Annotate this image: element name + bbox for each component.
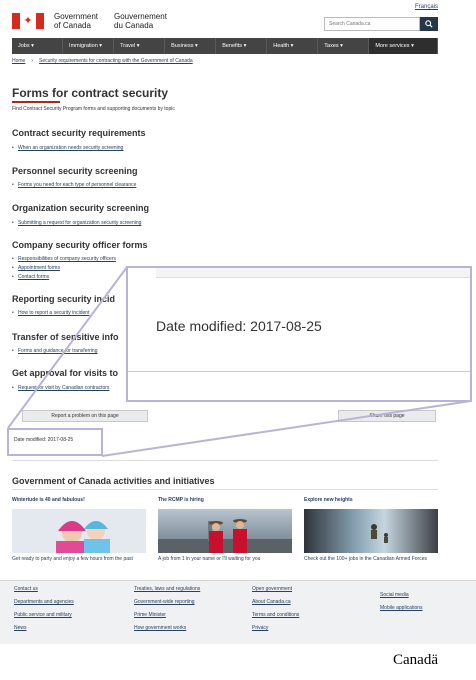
- menu-item-travel[interactable]: Travel ▾: [114, 38, 166, 54]
- brand-english: Government of Canada: [54, 12, 99, 30]
- feature-card-rcmp[interactable]: The RCMP is hiring A job from 1 in your …: [158, 497, 292, 563]
- zoom-callout: Date modified: 2017-08-25: [126, 266, 472, 402]
- menu-item-business[interactable]: Business ▾: [165, 38, 217, 54]
- section-link[interactable]: Submitting a request for organization se…: [12, 220, 141, 226]
- canada-wordmark: Canadä: [393, 652, 438, 668]
- menu-item-taxes[interactable]: Taxes ▾: [318, 38, 370, 54]
- section-heading-visit-approval: Get approval for visits to: [12, 368, 119, 378]
- report-problem-button[interactable]: Report a problem on this page: [22, 410, 148, 422]
- zoom-source-highlight: [7, 428, 103, 456]
- divider: [12, 489, 438, 490]
- search-button[interactable]: [420, 17, 438, 31]
- divider: [12, 460, 438, 461]
- footer-link[interactable]: About Canada.ca: [252, 599, 291, 605]
- section-link[interactable]: How to report a security incident: [12, 310, 89, 316]
- feature-card-armed-forces[interactable]: Explore new heights Check out the 100+ j…: [304, 497, 438, 563]
- page-title: Forms for contract security: [12, 86, 169, 100]
- zoom-button-strip: [156, 268, 470, 278]
- footer-link[interactable]: Contact us: [14, 586, 38, 592]
- footer-link[interactable]: Departments and agencies: [14, 599, 74, 605]
- share-page-button[interactable]: Share this page: [338, 410, 436, 422]
- footer-link[interactable]: Public service and military: [14, 612, 72, 618]
- section-heading-organization-screening: Organization security screening: [12, 203, 150, 213]
- breadcrumb-security-requirements[interactable]: Security requirements for contracting wi…: [39, 58, 193, 64]
- feature-title[interactable]: Wintertude is 40 and fabulous!: [12, 497, 146, 509]
- breadcrumb-separator-icon: ›: [31, 58, 34, 64]
- footer-column-4: Social media Mobile applications: [380, 589, 423, 615]
- footer-link[interactable]: Government-wide reporting: [134, 599, 195, 605]
- page-intro: Find Contract Security Program forms and…: [12, 106, 175, 112]
- breadcrumb: Home › Security requirements for contrac…: [12, 58, 438, 64]
- footer-link[interactable]: Open government: [252, 586, 292, 592]
- language-toggle-link[interactable]: Français: [415, 4, 438, 10]
- feature-image-children-winter[interactable]: [12, 509, 146, 553]
- footer-link[interactable]: Social media: [380, 592, 409, 598]
- section-link[interactable]: Contact forms: [12, 274, 49, 280]
- footer-link[interactable]: Mobile applications: [380, 605, 423, 611]
- title-underline: [12, 101, 60, 103]
- zoom-divider: [128, 371, 470, 372]
- footer-link[interactable]: Treaties, laws and regulations: [134, 586, 200, 592]
- footer-column-3: Open government About Canada.ca Terms an…: [252, 583, 299, 635]
- main-menu: Jobs ▾ Immigration ▾ Travel ▾ Business ▾…: [12, 38, 438, 54]
- section-heading-reporting-incidents: Reporting security incid: [12, 294, 116, 304]
- footer-bottom: Canadä: [0, 644, 476, 680]
- search-icon: [425, 20, 433, 28]
- search-bar: [324, 17, 438, 31]
- zoom-date-modified: Date modified: 2017-08-25: [156, 318, 322, 334]
- feature-caption: Get ready to party and enjoy a few hours…: [12, 556, 133, 562]
- section-link[interactable]: Responsibilities of company security off…: [12, 256, 116, 262]
- footer-column-1: Contact us Departments and agencies Publ…: [14, 583, 74, 635]
- section-link[interactable]: Forms you need for each type of personne…: [12, 182, 136, 188]
- footer-link[interactable]: News: [14, 625, 27, 631]
- section-heading-contract-security: Contract security requirements: [12, 128, 146, 138]
- footer-link[interactable]: Terms and conditions: [252, 612, 299, 618]
- footer-column-2: Treaties, laws and regulations Governmen…: [134, 583, 200, 635]
- section-heading-transfer-information: Transfer of sensitive info: [12, 332, 119, 342]
- feature-caption: A job from 1 in your name or I'll waitin…: [158, 556, 261, 562]
- features-heading: Government of Canada activities and init…: [12, 476, 215, 486]
- footer-link[interactable]: Prime Minister: [134, 612, 166, 618]
- government-signature[interactable]: ✦ Government of Canada Gouvernement du C…: [12, 12, 174, 30]
- feature-card-wintertude[interactable]: Wintertude is 40 and fabulous! Get ready…: [12, 497, 146, 563]
- footer-link[interactable]: Privacy: [252, 625, 268, 631]
- menu-item-immigration[interactable]: Immigration ▾: [63, 38, 115, 54]
- section-link[interactable]: When an organization needs security scre…: [12, 145, 123, 151]
- section-heading-personnel-screening: Personnel security screening: [12, 166, 138, 176]
- section-link[interactable]: Appointment forms: [12, 265, 60, 271]
- feature-image-paratroopers[interactable]: [304, 509, 438, 553]
- site-footer: Contact us Departments and agencies Publ…: [0, 580, 476, 644]
- section-heading-company-security-officer: Company security officer forms: [12, 240, 148, 250]
- menu-item-more-services[interactable]: More services ▾: [369, 38, 438, 54]
- section-link[interactable]: Forms and guidance for transferring: [12, 348, 98, 354]
- brand-french: Gouvernement du Canada: [114, 12, 167, 30]
- section-link[interactable]: Request for visit by Canadian contractor…: [12, 385, 109, 391]
- breadcrumb-home[interactable]: Home: [12, 58, 25, 64]
- search-input[interactable]: [324, 17, 420, 31]
- feature-caption: Check out the 100+ jobs in the Canadian …: [304, 556, 427, 562]
- feature-title[interactable]: Explore new heights: [304, 497, 438, 509]
- canada-flag-icon: ✦: [12, 13, 44, 29]
- feature-image-rcmp-officers[interactable]: [158, 509, 292, 553]
- menu-item-health[interactable]: Health ▾: [267, 38, 319, 54]
- feature-title[interactable]: The RCMP is hiring: [158, 497, 292, 509]
- menu-item-benefits[interactable]: Benefits ▾: [216, 38, 268, 54]
- footer-link[interactable]: How government works: [134, 625, 186, 631]
- menu-item-jobs[interactable]: Jobs ▾: [12, 38, 64, 54]
